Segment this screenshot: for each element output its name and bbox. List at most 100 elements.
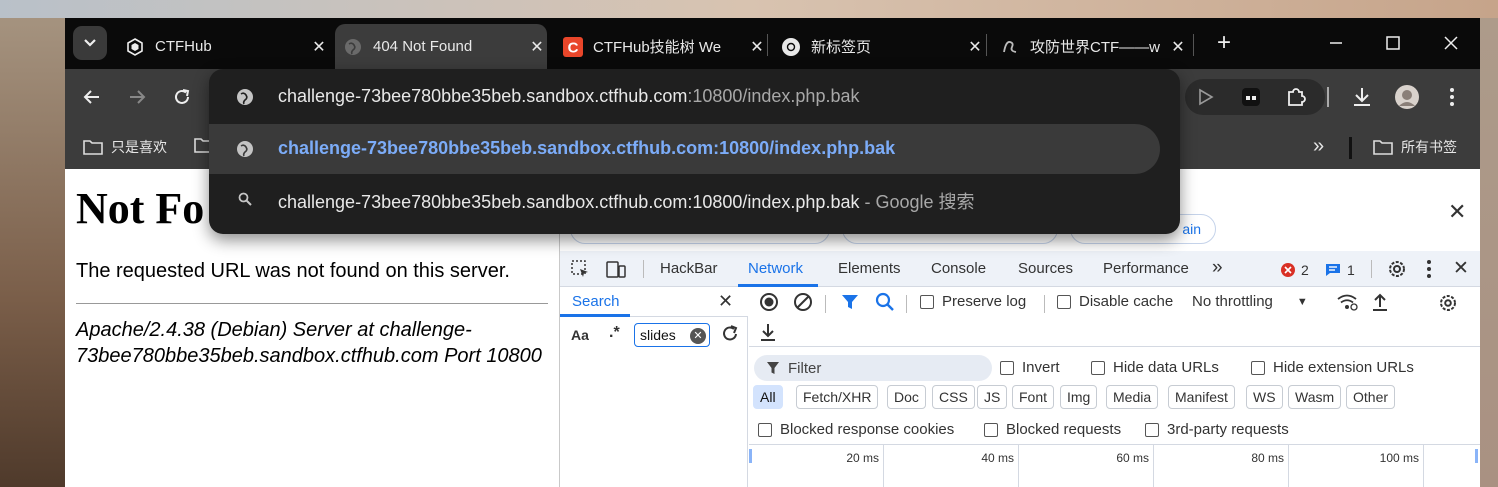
all-bookmarks[interactable]: 所有书签 bbox=[1373, 137, 1457, 157]
forward-arrow-icon[interactable] bbox=[123, 83, 151, 111]
maximize-icon[interactable] bbox=[1380, 30, 1406, 56]
new-tab-plus-icon[interactable]: + bbox=[1213, 31, 1235, 55]
globe-icon bbox=[235, 87, 255, 107]
search-input[interactable]: slides ✕ bbox=[634, 323, 710, 347]
tab-hackbar[interactable]: HackBar bbox=[660, 260, 718, 277]
clear-icon[interactable] bbox=[793, 292, 813, 317]
type-filter-wasm[interactable]: Wasm bbox=[1288, 385, 1342, 409]
filter-placeholder: Filter bbox=[788, 359, 822, 377]
match-case-button[interactable]: Aa bbox=[571, 327, 589, 343]
minimize-icon[interactable] bbox=[1323, 30, 1349, 56]
tab-performance[interactable]: Performance bbox=[1103, 260, 1189, 277]
tab-close-button[interactable]: ✕ bbox=[965, 37, 985, 57]
window-close-icon[interactable] bbox=[1438, 30, 1464, 56]
message-count-badge[interactable]: 1 bbox=[1325, 262, 1355, 278]
more-tabs-chevron-icon[interactable]: » bbox=[1212, 257, 1223, 279]
refresh-search-icon[interactable] bbox=[720, 324, 740, 349]
filter-input[interactable]: Filter bbox=[754, 355, 992, 381]
export-har-icon[interactable] bbox=[759, 322, 777, 347]
timeline-handle-right[interactable] bbox=[1475, 449, 1478, 463]
network-pane: Preserve log Disable cache No throttling… bbox=[749, 287, 1480, 487]
preserve-log-label: Preserve log bbox=[942, 293, 1027, 310]
tab-close-button[interactable]: ✕ bbox=[1168, 37, 1188, 57]
tab-search-button[interactable] bbox=[73, 26, 107, 60]
hide-data-urls-checkbox[interactable]: Hide data URLs bbox=[1091, 359, 1219, 376]
avatar[interactable] bbox=[1393, 83, 1421, 111]
tab-elements[interactable]: Elements bbox=[838, 260, 901, 277]
tab-ctfhub[interactable]: CTFHub ✕ bbox=[117, 24, 329, 69]
search-icon[interactable] bbox=[875, 292, 895, 317]
record-icon[interactable] bbox=[759, 292, 779, 317]
network-conditions-icon[interactable] bbox=[1336, 293, 1358, 316]
omnibox-input-row[interactable]: challenge-73bee780bbe35beb.sandbox.ctfhu… bbox=[209, 72, 1180, 122]
server-signature: Apache/2.4.38 (Debian) Server at challen… bbox=[76, 319, 542, 367]
type-filter-css[interactable]: CSS bbox=[932, 385, 975, 409]
globe-icon bbox=[235, 139, 255, 159]
filter-funnel-icon[interactable] bbox=[841, 293, 859, 316]
type-filter-other[interactable]: Other bbox=[1346, 385, 1396, 409]
bookmarks-overflow-chevron-icon[interactable]: » bbox=[1313, 135, 1324, 158]
type-filter-img[interactable]: Img bbox=[1060, 385, 1098, 409]
puzzle-icon[interactable] bbox=[1282, 83, 1310, 111]
disable-cache-label: Disable cache bbox=[1079, 293, 1174, 310]
type-filter-all[interactable]: All bbox=[753, 385, 783, 409]
devtools-more-menu-icon[interactable] bbox=[1426, 259, 1432, 284]
blocked-requests-checkbox[interactable]: Blocked requests bbox=[984, 421, 1121, 438]
search-close-icon[interactable]: ✕ bbox=[718, 291, 733, 312]
settings-gear-icon[interactable] bbox=[1386, 258, 1408, 285]
checkbox-box bbox=[1251, 360, 1265, 375]
tab-404-not-found[interactable]: 404 Not Found ✕ bbox=[335, 24, 547, 69]
disable-cache-checkbox[interactable]: Disable cache bbox=[1057, 293, 1173, 310]
tab-adworld[interactable]: 攻防世界CTF——w ✕ bbox=[992, 24, 1188, 69]
network-timeline[interactable]: 20 ms 40 ms 60 ms 80 ms 100 ms bbox=[749, 444, 1480, 487]
type-filter-fetch-xhr[interactable]: Fetch/XHR bbox=[796, 385, 879, 409]
banner-close-icon[interactable]: ✕ bbox=[1448, 199, 1466, 225]
preserve-log-checkbox[interactable]: Preserve log bbox=[920, 293, 1026, 310]
more-menu-icon[interactable] bbox=[1438, 83, 1466, 111]
tab-network[interactable]: Network bbox=[748, 260, 803, 277]
search-tab[interactable]: Search bbox=[572, 293, 620, 310]
tab-ctfhub-skill-tree[interactable]: C CTFHub技能树 We ✕ bbox=[555, 24, 767, 69]
error-count-badge[interactable]: 2 bbox=[1281, 262, 1309, 278]
invert-checkbox[interactable]: Invert bbox=[1000, 359, 1060, 376]
blocked-response-cookies-label: Blocked response cookies bbox=[780, 421, 955, 438]
omnibox-suggestion-url[interactable]: challenge-73bee780bbe35beb.sandbox.ctfhu… bbox=[209, 124, 1160, 174]
type-filter-ws[interactable]: WS bbox=[1246, 385, 1283, 409]
tab-close-button[interactable]: ✕ bbox=[309, 37, 329, 57]
tab-close-button[interactable]: ✕ bbox=[747, 37, 767, 57]
tab-close-button[interactable]: ✕ bbox=[527, 37, 547, 57]
clear-search-icon[interactable]: ✕ bbox=[690, 328, 706, 344]
hide-extension-urls-checkbox[interactable]: Hide extension URLs bbox=[1251, 359, 1414, 376]
type-filter-js[interactable]: JS bbox=[977, 385, 1008, 409]
extension-icon[interactable] bbox=[1237, 83, 1265, 111]
tab-divider bbox=[1371, 260, 1372, 278]
network-settings-gear-icon[interactable] bbox=[1438, 293, 1458, 318]
device-toolbar-icon[interactable] bbox=[605, 259, 627, 284]
third-party-requests-checkbox[interactable]: 3rd-party requests bbox=[1145, 421, 1289, 438]
tab-new-tab-page[interactable]: 新标签页 ✕ bbox=[773, 24, 985, 69]
back-arrow-icon[interactable] bbox=[78, 83, 106, 111]
tab-title: CTFHub技能树 We bbox=[593, 39, 722, 56]
tab-sources[interactable]: Sources bbox=[1018, 260, 1073, 277]
type-filter-media[interactable]: Media bbox=[1106, 385, 1159, 409]
tab-console[interactable]: Console bbox=[931, 260, 986, 277]
devtools-close-icon[interactable]: ✕ bbox=[1453, 257, 1469, 280]
error-count: 2 bbox=[1301, 262, 1309, 278]
tab-title: CTFHub bbox=[155, 38, 212, 55]
import-har-icon[interactable] bbox=[1371, 292, 1389, 317]
reload-icon[interactable] bbox=[168, 83, 196, 111]
folder-icon bbox=[83, 140, 103, 155]
download-icon[interactable] bbox=[1348, 83, 1376, 111]
regex-button[interactable]: .* bbox=[609, 324, 620, 342]
invert-label: Invert bbox=[1022, 359, 1060, 376]
type-filter-font[interactable]: Font bbox=[1012, 385, 1055, 409]
error-icon bbox=[1281, 263, 1295, 277]
blocked-response-cookies-checkbox[interactable]: Blocked response cookies bbox=[758, 421, 954, 438]
throttling-select[interactable]: No throttling ▼ bbox=[1192, 293, 1308, 310]
play-icon[interactable] bbox=[1191, 83, 1219, 111]
inspect-element-icon[interactable] bbox=[570, 259, 590, 284]
omnibox-suggestion-search[interactable]: challenge-73bee780bbe35beb.sandbox.ctfhu… bbox=[209, 174, 1180, 224]
type-filter-manifest[interactable]: Manifest bbox=[1168, 385, 1235, 409]
bookmark-folder-first[interactable]: 只是喜欢 bbox=[83, 137, 167, 157]
type-filter-doc[interactable]: Doc bbox=[887, 385, 926, 409]
